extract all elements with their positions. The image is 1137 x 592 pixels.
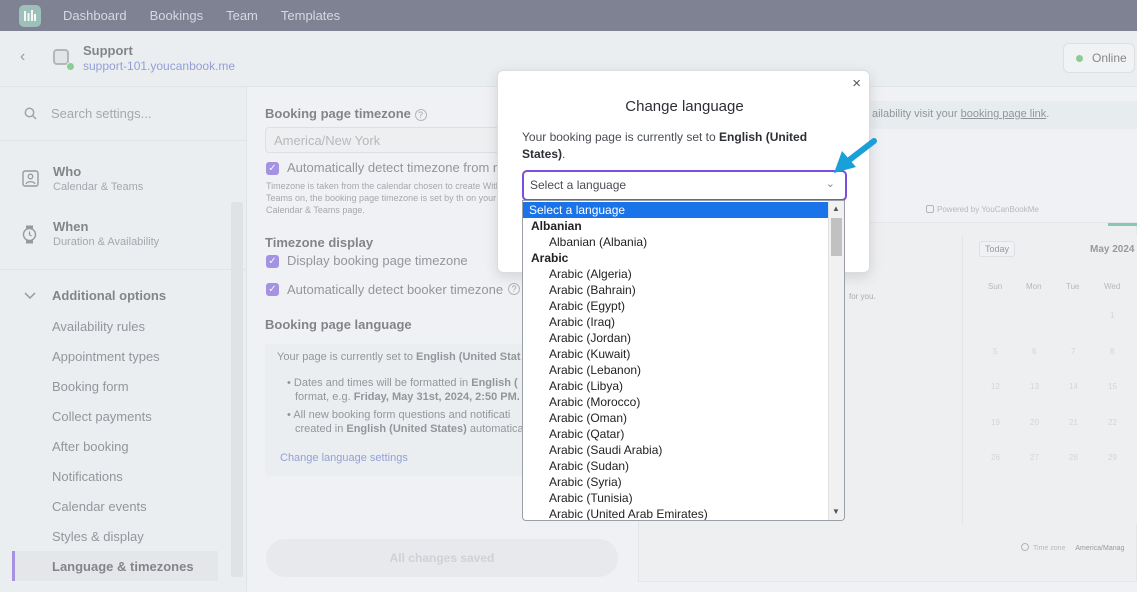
language-option[interactable]: Arabic (Algeria) — [523, 266, 829, 282]
close-icon[interactable]: × — [852, 75, 861, 92]
language-option[interactable]: Albanian (Albania) — [523, 234, 829, 250]
scroll-up-icon[interactable]: ▲ — [832, 204, 840, 213]
language-option[interactable]: Select a language — [523, 202, 829, 218]
language-option[interactable]: Arabic (United Arab Emirates) — [523, 506, 829, 520]
language-select[interactable]: Select a language ⌄ — [522, 170, 847, 201]
modal-description-prefix: Your booking page is currently set to — [522, 130, 716, 144]
modal-description: Your booking page is currently set to En… — [522, 129, 842, 163]
language-option[interactable]: Arabic (Libya) — [523, 378, 829, 394]
dropdown-scrollbar[interactable]: ▲ ▼ — [828, 201, 844, 520]
annotation-arrow-icon — [834, 138, 877, 173]
language-option[interactable]: Arabic (Oman) — [523, 410, 829, 426]
modal-title: Change language — [625, 98, 744, 115]
scrollbar-thumb[interactable] — [831, 218, 842, 256]
language-option[interactable]: Arabic (Lebanon) — [523, 362, 829, 378]
language-option[interactable]: Arabic (Bahrain) — [523, 282, 829, 298]
language-dropdown-list[interactable]: Select a language Albanian Albanian (Alb… — [522, 200, 845, 521]
language-option[interactable]: Arabic (Qatar) — [523, 426, 829, 442]
language-option[interactable]: Arabic (Iraq) — [523, 314, 829, 330]
scroll-down-icon[interactable]: ▼ — [832, 507, 840, 516]
language-option[interactable]: Arabic (Tunisia) — [523, 490, 829, 506]
language-option[interactable]: Arabic (Egypt) — [523, 298, 829, 314]
language-option[interactable]: Arabic (Morocco) — [523, 394, 829, 410]
modal-description-suffix: . — [562, 147, 566, 161]
language-option[interactable]: Arabic (Syria) — [523, 474, 829, 490]
language-option[interactable]: Arabic (Jordan) — [523, 330, 829, 346]
language-group: Arabic — [531, 251, 569, 265]
language-select-value: Select a language — [530, 178, 627, 192]
language-option[interactable]: Arabic (Sudan) — [523, 458, 829, 474]
language-option[interactable]: Arabic (Kuwait) — [523, 346, 829, 362]
language-group: Albanian — [531, 219, 582, 233]
language-option[interactable]: Arabic (Saudi Arabia) — [523, 442, 829, 458]
